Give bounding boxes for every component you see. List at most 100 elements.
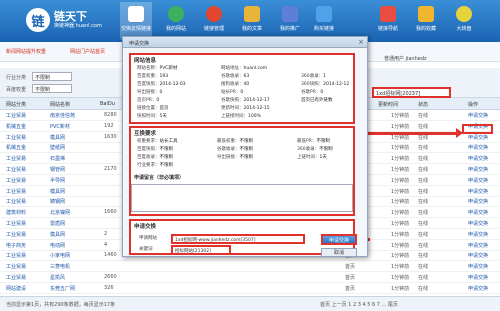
cell-name[interactable]: 星凯风 <box>50 274 65 281</box>
nav-my-articles[interactable]: 我的文章 <box>236 2 268 40</box>
cell-name[interactable]: 三菱电机 <box>50 263 70 270</box>
cell-name[interactable]: 铸钢网 <box>50 198 65 205</box>
cell-cat[interactable]: 电子商务 <box>6 242 26 249</box>
weight-select[interactable]: 不限制 <box>32 84 72 93</box>
cell-cat[interactable]: 工业贸易 <box>6 177 26 184</box>
cell-cat[interactable]: 工业贸易 <box>6 188 26 195</box>
table-row: 工业贸易 三菱电机 首页 1分钟前 在线 申请交换 <box>0 261 500 273</box>
cell-cat[interactable]: 建筑材料 <box>6 209 26 216</box>
cell-name[interactable]: 模具网 <box>50 188 65 195</box>
cell-op[interactable]: 申请交换 <box>468 134 488 141</box>
globe-icon <box>168 6 184 22</box>
requirement-key: 导出链接： <box>217 155 240 160</box>
dialog-titlebar: 申请交换 × <box>123 37 367 48</box>
cell-op[interactable]: 申请交换 <box>468 188 488 195</box>
pagination-links[interactable]: 首页 上一页 1 2 3 4 5 6 7 ... 尾页 <box>320 301 398 308</box>
cell-pr: 326 <box>104 284 114 291</box>
header-category: 网站分类 <box>6 102 27 108</box>
site-info-value: 0 <box>159 90 163 95</box>
message-textarea[interactable] <box>131 184 353 212</box>
cell-name[interactable]: 东莞五厂网 <box>50 285 75 292</box>
cell-cat[interactable]: 工业贸易 <box>6 220 26 227</box>
site-info-item: 首页PR：0 <box>137 97 159 103</box>
cell-op[interactable]: 申请交换 <box>468 209 488 216</box>
close-icon[interactable]: × <box>358 38 364 46</box>
cell-op[interactable]: 申请交换 <box>468 252 488 259</box>
cell-name[interactable]: 模具网 <box>50 231 65 238</box>
nav-favorites[interactable]: 我的收藏 <box>410 2 442 40</box>
cell-cat[interactable]: 工业贸易 <box>6 198 26 205</box>
requirement-item: 百度快照：不限制 <box>137 146 173 152</box>
cell-op[interactable]: 申请交换 <box>468 112 488 119</box>
requirement-item: 百度收录：不限制 <box>137 154 173 160</box>
requirement-item: 谷歌收录：不限制 <box>217 146 253 152</box>
site-select[interactable]: 1xd招标网-www.jianhedz.com[3507] <box>171 234 305 244</box>
cell-name[interactable]: 壁纸网 <box>50 144 65 151</box>
site-info-section: 网站信息 网站名称：PVC新材 网站地址：huanl.com 百度权重：193 谷歌收… <box>129 53 355 124</box>
cell-name[interactable]: 北京镍网 <box>50 209 70 216</box>
cell-cat[interactable]: 工业贸易 <box>6 155 26 162</box>
cell-time: 1分钟前 <box>391 285 410 292</box>
user-info: 普通用户 jianhedz <box>384 55 500 69</box>
requirement-item: 权重要求：站长工具 <box>137 138 178 144</box>
cell-op[interactable]: 申请交换 <box>468 285 488 292</box>
search-input[interactable]: 1xd招标网[20237] <box>372 87 451 98</box>
nav-my-sites[interactable]: 我的网站 <box>160 2 192 40</box>
nav-link-manage[interactable]: 链接管理 <box>198 2 230 40</box>
cell-cat[interactable]: 工业贸易 <box>6 231 26 238</box>
cell-op[interactable]: 申请交换 <box>468 242 488 249</box>
site-info-value: huanl.com <box>243 66 268 71</box>
cell-time: 1分钟前 <box>391 113 410 119</box>
nav-buy-links[interactable]: 购买链接 <box>308 2 340 40</box>
site-info-item: 上链接时间：100% <box>221 113 261 119</box>
site-info-key: 上链接时间： <box>221 114 248 119</box>
cell-name[interactable]: 钢管网 <box>50 166 65 173</box>
cell-op[interactable]: 申请交换 <box>468 231 488 238</box>
cell-op[interactable]: 申请交换 <box>468 274 488 281</box>
site-info-item: 谷歌收录：63 <box>221 73 249 79</box>
requirement-value: 不限制 <box>239 147 254 152</box>
cell-op[interactable]: 申请交换 <box>468 166 488 173</box>
cell-cat[interactable]: 工业贸易 <box>6 274 26 281</box>
site-info-value: 100% <box>248 114 261 119</box>
cell-name[interactable]: 小家电网 <box>50 252 70 259</box>
apply-button[interactable]: 申请交换 <box>321 234 357 245</box>
industry-select[interactable]: 不限制 <box>32 72 72 81</box>
cell-name[interactable]: 半导网 <box>50 177 65 184</box>
nav-exchange-links[interactable]: 交换友情链接 <box>120 2 152 40</box>
cell-cat[interactable]: 工业贸易 <box>6 252 26 259</box>
cell-name[interactable]: 南京佳信苑 <box>50 112 75 119</box>
cell-cat[interactable]: 工业贸易 <box>6 112 26 119</box>
cell-time: 1分钟前 <box>391 123 410 130</box>
nav-link-navigation[interactable]: 链接导航 <box>372 2 404 40</box>
cell-cat[interactable]: 工业贸易 <box>6 263 26 270</box>
cell-name[interactable]: PVC新材 <box>50 123 70 130</box>
cell-name[interactable]: 电动网 <box>50 242 65 249</box>
notice-left[interactable]: 新闻网站提升权重 <box>6 48 46 55</box>
cell-name[interactable]: 石墨烯 <box>50 155 65 162</box>
cell-cat[interactable]: 工业贸易 <box>6 166 26 173</box>
cancel-button[interactable]: 取消 <box>321 248 357 257</box>
cell-cat[interactable]: 机械五金 <box>6 144 26 151</box>
cell-op[interactable]: 申请交换 <box>468 144 488 151</box>
cell-op[interactable]: 申请交换 <box>468 198 488 205</box>
cell-name[interactable]: 雷盾网 <box>50 220 65 227</box>
cell-op[interactable]: 申请交换 <box>468 263 488 270</box>
cell-op[interactable]: 申请交换 <box>468 220 488 227</box>
nav-wheel[interactable]: 大转盘 <box>448 2 480 40</box>
cell-status: 在线 <box>418 113 429 119</box>
notice-mid[interactable]: 网站门户站首页 <box>70 48 105 55</box>
site-info-value: 0 <box>156 98 160 103</box>
requirement-key: 行业要求： <box>137 163 160 168</box>
cell-op[interactable]: 申请交换 <box>468 177 488 184</box>
cell-cat[interactable]: 机械五金 <box>6 123 26 130</box>
cell-op[interactable]: 申请交换 <box>468 155 488 162</box>
cell-cat[interactable]: 工业贸易 <box>6 134 26 141</box>
nav-my-promotion[interactable]: 我的推广 <box>274 2 306 40</box>
keyword-select[interactable]: 招标网站[21302] <box>171 245 231 255</box>
cell-cat[interactable]: 网站建设 <box>6 285 26 292</box>
cell-name[interactable]: 模具网 <box>50 134 65 141</box>
site-info-value: 2014-12-15 <box>243 106 270 111</box>
site-info-item: 360收录：1 <box>301 73 326 79</box>
site-info-item: 谷歌快照：2014-12-17 <box>221 97 270 103</box>
